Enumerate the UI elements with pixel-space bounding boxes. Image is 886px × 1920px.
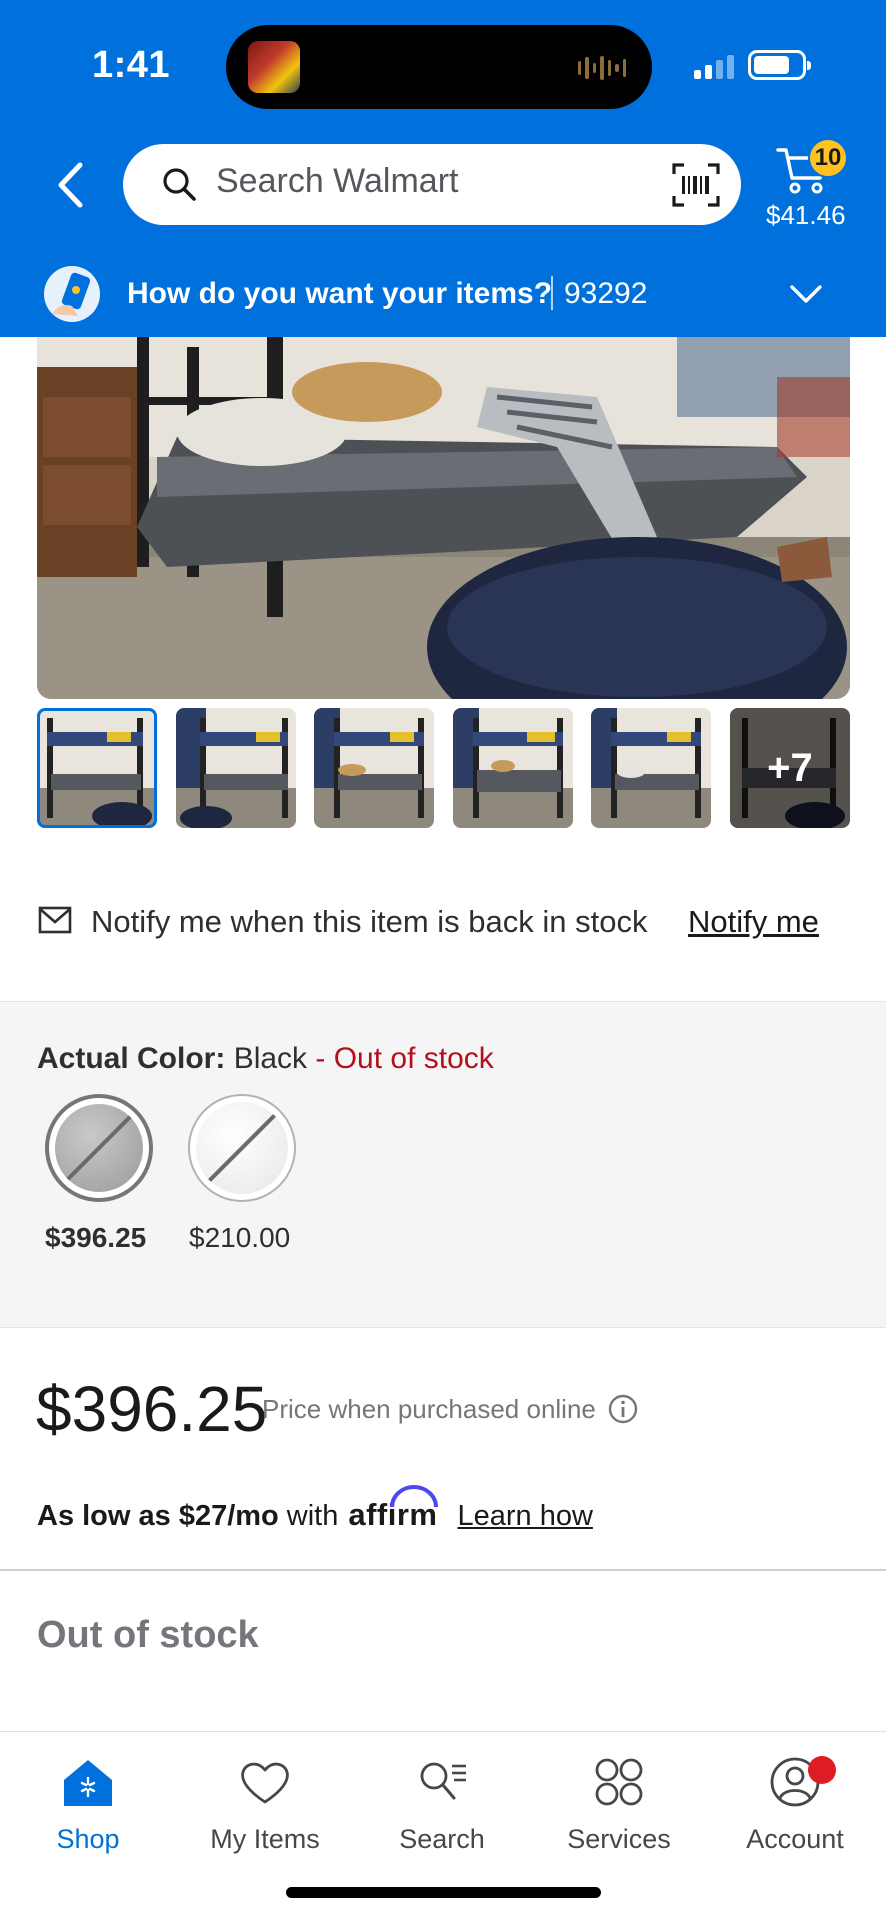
cart-button[interactable]: 10 $41.46 bbox=[766, 138, 866, 234]
battery-icon bbox=[748, 50, 811, 80]
search-icon bbox=[163, 168, 196, 201]
chevron-down-icon bbox=[790, 285, 822, 303]
status-time: 1:41 bbox=[92, 44, 171, 86]
color-value: Black bbox=[233, 1042, 308, 1075]
search-bar[interactable]: Search Walmart bbox=[123, 144, 741, 225]
affirm-financing: As low as $27/mo with affirm Learn how bbox=[37, 1485, 593, 1533]
nav-label: Search bbox=[399, 1824, 485, 1854]
more-images-count: +7 bbox=[729, 708, 850, 828]
learn-how-link[interactable]: Learn how bbox=[458, 1500, 593, 1533]
nav-shop[interactable]: Shop bbox=[13, 1754, 163, 1864]
dynamic-island[interactable] bbox=[226, 25, 652, 109]
color-selection-line: Actual Color: Black - Out of stock bbox=[37, 1042, 494, 1076]
thumbnail-more[interactable]: +7 bbox=[729, 708, 850, 828]
affirm-logo: affirm bbox=[348, 1485, 439, 1533]
search-list-icon bbox=[420, 1762, 466, 1800]
back-in-stock-notice: Notify me when this item is back in stoc… bbox=[0, 880, 886, 960]
home-indicator[interactable] bbox=[286, 1887, 601, 1898]
cart-total: $41.46 bbox=[766, 200, 846, 230]
section-divider bbox=[0, 1569, 886, 1571]
nav-label: My Items bbox=[210, 1824, 320, 1854]
thumbnail-2[interactable] bbox=[175, 708, 296, 828]
color-variant-panel: Actual Color: Black - Out of stock $396.… bbox=[0, 1001, 886, 1328]
services-grid-icon bbox=[595, 1758, 643, 1806]
chevron-left-icon bbox=[58, 162, 83, 208]
affirm-with: with bbox=[286, 1500, 339, 1532]
nav-label: Shop bbox=[56, 1824, 120, 1854]
product-price: $396.25 bbox=[36, 1373, 268, 1445]
notify-me-link[interactable]: Notify me bbox=[688, 904, 819, 940]
app-header: 1:41 Search Walmart 10 $41.46 How do you… bbox=[0, 0, 886, 337]
now-playing-artwork bbox=[248, 41, 300, 93]
swatch-price: $210.00 bbox=[189, 1222, 291, 1253]
heart-icon bbox=[241, 1762, 289, 1804]
notify-message: Notify me when this item is back in stoc… bbox=[91, 904, 648, 939]
nav-search[interactable]: Search bbox=[367, 1754, 517, 1864]
audio-waveform-icon bbox=[578, 55, 626, 81]
color-label: Actual Color: bbox=[37, 1042, 226, 1075]
cart-count-badge: 10 bbox=[808, 138, 848, 178]
color-swatch-white[interactable] bbox=[188, 1094, 296, 1202]
thumbnail-5[interactable] bbox=[591, 708, 712, 828]
fulfillment-divider bbox=[551, 276, 553, 310]
thumbnail-4[interactable] bbox=[452, 708, 573, 828]
affirm-arc-icon bbox=[390, 1485, 439, 1508]
nav-my-items[interactable]: My Items bbox=[190, 1754, 340, 1864]
nav-services[interactable]: Services bbox=[544, 1754, 694, 1864]
swatch-price: $396.25 bbox=[45, 1222, 147, 1253]
shop-icon bbox=[64, 1760, 112, 1806]
color-stock-status: - Out of stock bbox=[315, 1042, 494, 1075]
back-button[interactable] bbox=[48, 158, 92, 212]
fulfillment-question: How do you want your items? bbox=[127, 277, 553, 310]
search-input[interactable]: Search Walmart bbox=[216, 162, 458, 201]
nav-label: Account bbox=[746, 1824, 844, 1854]
info-icon[interactable] bbox=[607, 1393, 639, 1425]
zip-code: 93292 bbox=[564, 277, 648, 310]
availability-status: Out of stock bbox=[37, 1614, 259, 1656]
mail-icon bbox=[38, 906, 72, 934]
price-note: Price when purchased online bbox=[262, 1394, 596, 1424]
notification-dot bbox=[808, 1756, 836, 1784]
thumbnail-1[interactable] bbox=[37, 708, 157, 828]
image-thumbnails: +7 bbox=[37, 708, 850, 828]
nav-account[interactable]: Account bbox=[720, 1754, 870, 1864]
thumbnail-3[interactable] bbox=[314, 708, 435, 828]
affirm-monthly: As low as $27/mo bbox=[37, 1500, 279, 1532]
cellular-signal-icon bbox=[694, 55, 734, 79]
color-swatch-black[interactable] bbox=[45, 1094, 153, 1202]
fulfillment-icon bbox=[44, 266, 100, 322]
nav-label: Services bbox=[567, 1824, 671, 1854]
product-image[interactable] bbox=[37, 337, 850, 699]
fulfillment-selector[interactable]: How do you want your items? 93292 bbox=[0, 264, 886, 337]
barcode-scanner-icon[interactable] bbox=[671, 162, 721, 208]
